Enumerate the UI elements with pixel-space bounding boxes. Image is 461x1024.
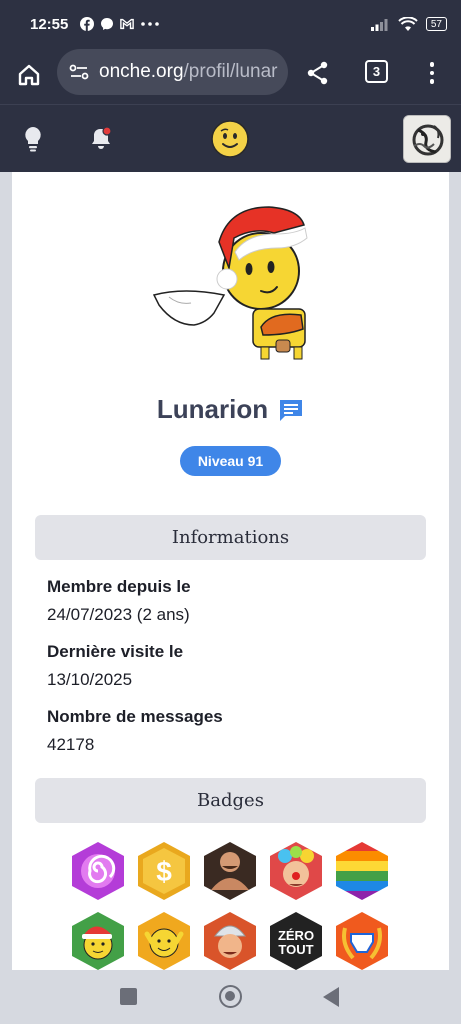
messages-count-label: Nombre de messages xyxy=(47,707,223,726)
browser-menu-button[interactable] xyxy=(420,58,444,88)
level-badge: Niveau 91 xyxy=(180,446,281,476)
gmail-icon xyxy=(120,17,135,31)
status-bar: 12:55 57 xyxy=(0,0,461,48)
dragon-avatar-icon xyxy=(404,116,450,162)
dollar-text: $ xyxy=(156,856,172,887)
cheering-smiley-badge-icon[interactable] xyxy=(135,910,193,970)
foil-hat-badge-icon[interactable] xyxy=(201,910,259,970)
last-visit-label: Dernière visite le xyxy=(47,642,184,661)
member-since-block: Membre depuis le 24/07/2023 (2 ans) xyxy=(47,577,427,625)
facebook-icon xyxy=(80,17,95,31)
browser-toolbar: onche.org/profil/lunar 3 xyxy=(0,48,461,104)
menu-dot xyxy=(429,70,435,76)
wrestler-badge-icon[interactable] xyxy=(201,840,259,902)
url-host: onche.org xyxy=(99,61,184,82)
message-icon[interactable] xyxy=(278,398,304,422)
home-icon xyxy=(18,64,40,86)
christmas-mascot-image xyxy=(152,206,308,360)
home-button[interactable] xyxy=(14,60,44,90)
more-icon xyxy=(140,17,160,31)
lightbulb-button[interactable] xyxy=(20,125,46,153)
back-button[interactable] xyxy=(323,987,339,1007)
system-nav-bar xyxy=(0,970,461,1024)
battery-icon: 57 xyxy=(425,17,447,31)
zero-tout-text-1: ZÉRO xyxy=(278,928,314,943)
wifi-icon xyxy=(398,16,418,31)
status-right: 57 xyxy=(370,16,447,31)
underwear-laurel-badge-icon[interactable] xyxy=(333,910,391,970)
member-since-label: Membre depuis le xyxy=(47,577,191,596)
zero-tout-text-2: TOUT xyxy=(278,942,313,957)
lightbulb-icon xyxy=(25,127,41,152)
system-home-button[interactable] xyxy=(219,985,242,1008)
messages-count-value: 42178 xyxy=(47,735,95,754)
recent-apps-button[interactable] xyxy=(120,988,137,1005)
notifications-button[interactable] xyxy=(88,125,116,153)
site-header xyxy=(0,104,461,172)
badges-grid: $ ZÉRO TOUT xyxy=(69,840,393,970)
tab-switcher-button[interactable]: 3 xyxy=(365,60,388,83)
status-left: 12:55 xyxy=(30,16,160,33)
messenger-icon xyxy=(100,17,114,31)
member-since-value: 24/07/2023 (2 ans) xyxy=(47,605,190,624)
messages-count-block: Nombre de messages 42178 xyxy=(47,707,427,755)
site-settings-icon[interactable] xyxy=(69,63,91,81)
username: Lunarion xyxy=(156,394,269,424)
profile-card: Lunarion Niveau 91 Informations Membre d… xyxy=(12,172,449,970)
url-field[interactable]: onche.org/profil/lunar xyxy=(57,49,288,95)
url-path: /profil/lunar xyxy=(183,61,278,82)
username-row: Lunarion xyxy=(12,394,449,425)
user-avatar[interactable] xyxy=(403,115,451,163)
rainbow-badge-icon[interactable] xyxy=(333,840,391,902)
badges-header: Badges xyxy=(35,778,426,823)
site-logo[interactable] xyxy=(210,119,250,159)
informations-header: Informations xyxy=(35,515,426,560)
bell-icon xyxy=(92,126,112,149)
status-time: 12:55 xyxy=(30,15,69,33)
smiley-logo-icon xyxy=(211,120,249,158)
menu-dot xyxy=(429,62,435,67)
last-visit-value: 13/10/2025 xyxy=(47,670,133,689)
zero-tout-badge-icon[interactable]: ZÉROTOUT xyxy=(267,910,325,970)
signal-icon xyxy=(370,17,390,31)
last-visit-block: Dernière visite le 13/10/2025 xyxy=(47,642,427,690)
santa-smiley-badge-icon[interactable] xyxy=(69,910,127,970)
spiral-badge-icon[interactable] xyxy=(69,840,127,902)
menu-dot xyxy=(429,79,435,84)
share-button[interactable] xyxy=(303,58,333,88)
share-icon xyxy=(307,61,328,85)
dollar-badge-icon[interactable]: $ xyxy=(135,840,193,902)
clown-badge-icon[interactable] xyxy=(267,840,325,902)
